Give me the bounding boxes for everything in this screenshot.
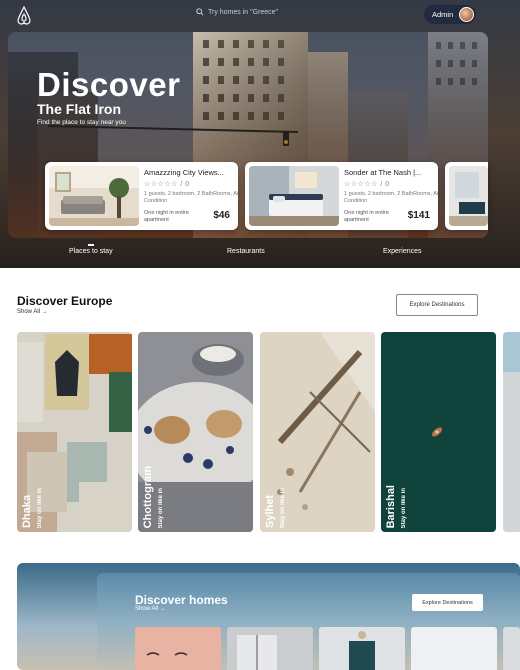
destination-caption: Stay on like in (280, 487, 286, 528)
listing-card[interactable]: Amazzzing City Views... ☆☆☆☆☆ / 0 1 gues… (45, 162, 238, 230)
tab-places-to-stay[interactable]: Places to stay (69, 248, 113, 255)
show-all-link[interactable]: Show All → (135, 606, 166, 612)
listing-description: 1 guests, 2 bedroom, 2 BathRooms, Air Co… (344, 191, 438, 205)
home-image (503, 627, 520, 670)
home-card[interactable] (227, 627, 313, 670)
destination-name: Sylhet (264, 494, 276, 528)
destination-name: Chottogram (142, 465, 154, 528)
listing-image[interactable] (49, 166, 139, 226)
listing-image[interactable] (449, 166, 488, 226)
destination-name: Barishal (385, 484, 397, 528)
destination-image (138, 332, 253, 532)
destination-card[interactable]: Barishal Stay on like in (381, 332, 496, 532)
destination-caption: Stay on like in (158, 487, 164, 528)
destination-image (17, 332, 132, 532)
destination-image (381, 332, 496, 532)
listing-card[interactable]: Sonder at The Nash |... ☆☆☆☆☆ / 0 1 gues… (245, 162, 438, 230)
airbnb-logo-icon[interactable] (15, 5, 33, 25)
listing-rating: ☆☆☆☆☆ / 0 (344, 181, 390, 188)
active-tab-indicator (88, 244, 94, 246)
search-icon (196, 8, 204, 16)
hero-title: Discover (37, 66, 181, 103)
home-image (411, 627, 497, 670)
listing-description: 1 guests, 2 bedroom, 2 BathRooms, Air Co… (144, 191, 238, 205)
tab-experiences[interactable]: Experiences (383, 248, 422, 255)
home-card[interactable] (411, 627, 497, 670)
listing-price: $141 (407, 210, 430, 221)
destination-card[interactable]: Sylhet Stay on like in (260, 332, 375, 532)
destination-image (503, 332, 520, 532)
top-navigation-bar: Try homes in "Greece" Admin (0, 0, 520, 30)
user-name-label: Admin (432, 10, 454, 19)
home-image (227, 627, 313, 670)
home-image (135, 627, 221, 670)
explore-destinations-button[interactable]: Explore Destinations (412, 594, 483, 611)
destination-card[interactable] (503, 332, 520, 532)
avatar[interactable] (459, 7, 474, 22)
destination-caption: Stay on like in (401, 487, 407, 528)
explore-destinations-button[interactable]: Explore Destinations (396, 294, 478, 316)
search-bar[interactable]: Try homes in "Greece" (196, 8, 278, 16)
home-card[interactable] (319, 627, 405, 670)
listing-rating: ☆☆☆☆☆ / 0 (144, 181, 190, 188)
section-title: Discover homes (135, 593, 228, 607)
listing-info: Sonder at The Nash |... ☆☆☆☆☆ / 0 1 gues… (344, 168, 438, 205)
destination-card[interactable]: Chottogram Stay on like in (138, 332, 253, 532)
search-placeholder[interactable]: Try homes in "Greece" (208, 9, 278, 16)
destination-card[interactable]: Dhaka Stay on like in (17, 332, 132, 532)
listing-night-label: One night in entire apartment (144, 210, 189, 224)
listing-image[interactable] (249, 166, 339, 226)
tab-restaurants[interactable]: Restaurants (227, 248, 265, 255)
listing-night-label: One night in entire apartment (344, 210, 389, 224)
listing-price: $46 (213, 210, 230, 221)
user-menu-button[interactable]: Admin (424, 5, 476, 24)
home-card[interactable] (503, 627, 520, 670)
hero-tagline: Find the place to stay near you (37, 119, 126, 126)
listing-title[interactable]: Sonder at The Nash |... (344, 168, 438, 177)
destination-caption: Stay on like in (37, 487, 43, 528)
home-image (319, 627, 405, 670)
listing-title[interactable]: Amazzzing City Views... (144, 168, 238, 177)
listing-card[interactable] (445, 162, 488, 230)
hero-section: Try homes in "Greece" Admin Discover The… (0, 0, 520, 268)
destination-image (260, 332, 375, 532)
hero-subtitle: The Flat Iron (37, 101, 121, 117)
listing-info: Amazzzing City Views... ☆☆☆☆☆ / 0 1 gues… (144, 168, 238, 205)
show-all-link[interactable]: Show All → (17, 309, 48, 315)
section-title: Discover Europe (17, 294, 113, 308)
destination-name: Dhaka (21, 494, 33, 528)
home-card[interactable] (135, 627, 221, 670)
